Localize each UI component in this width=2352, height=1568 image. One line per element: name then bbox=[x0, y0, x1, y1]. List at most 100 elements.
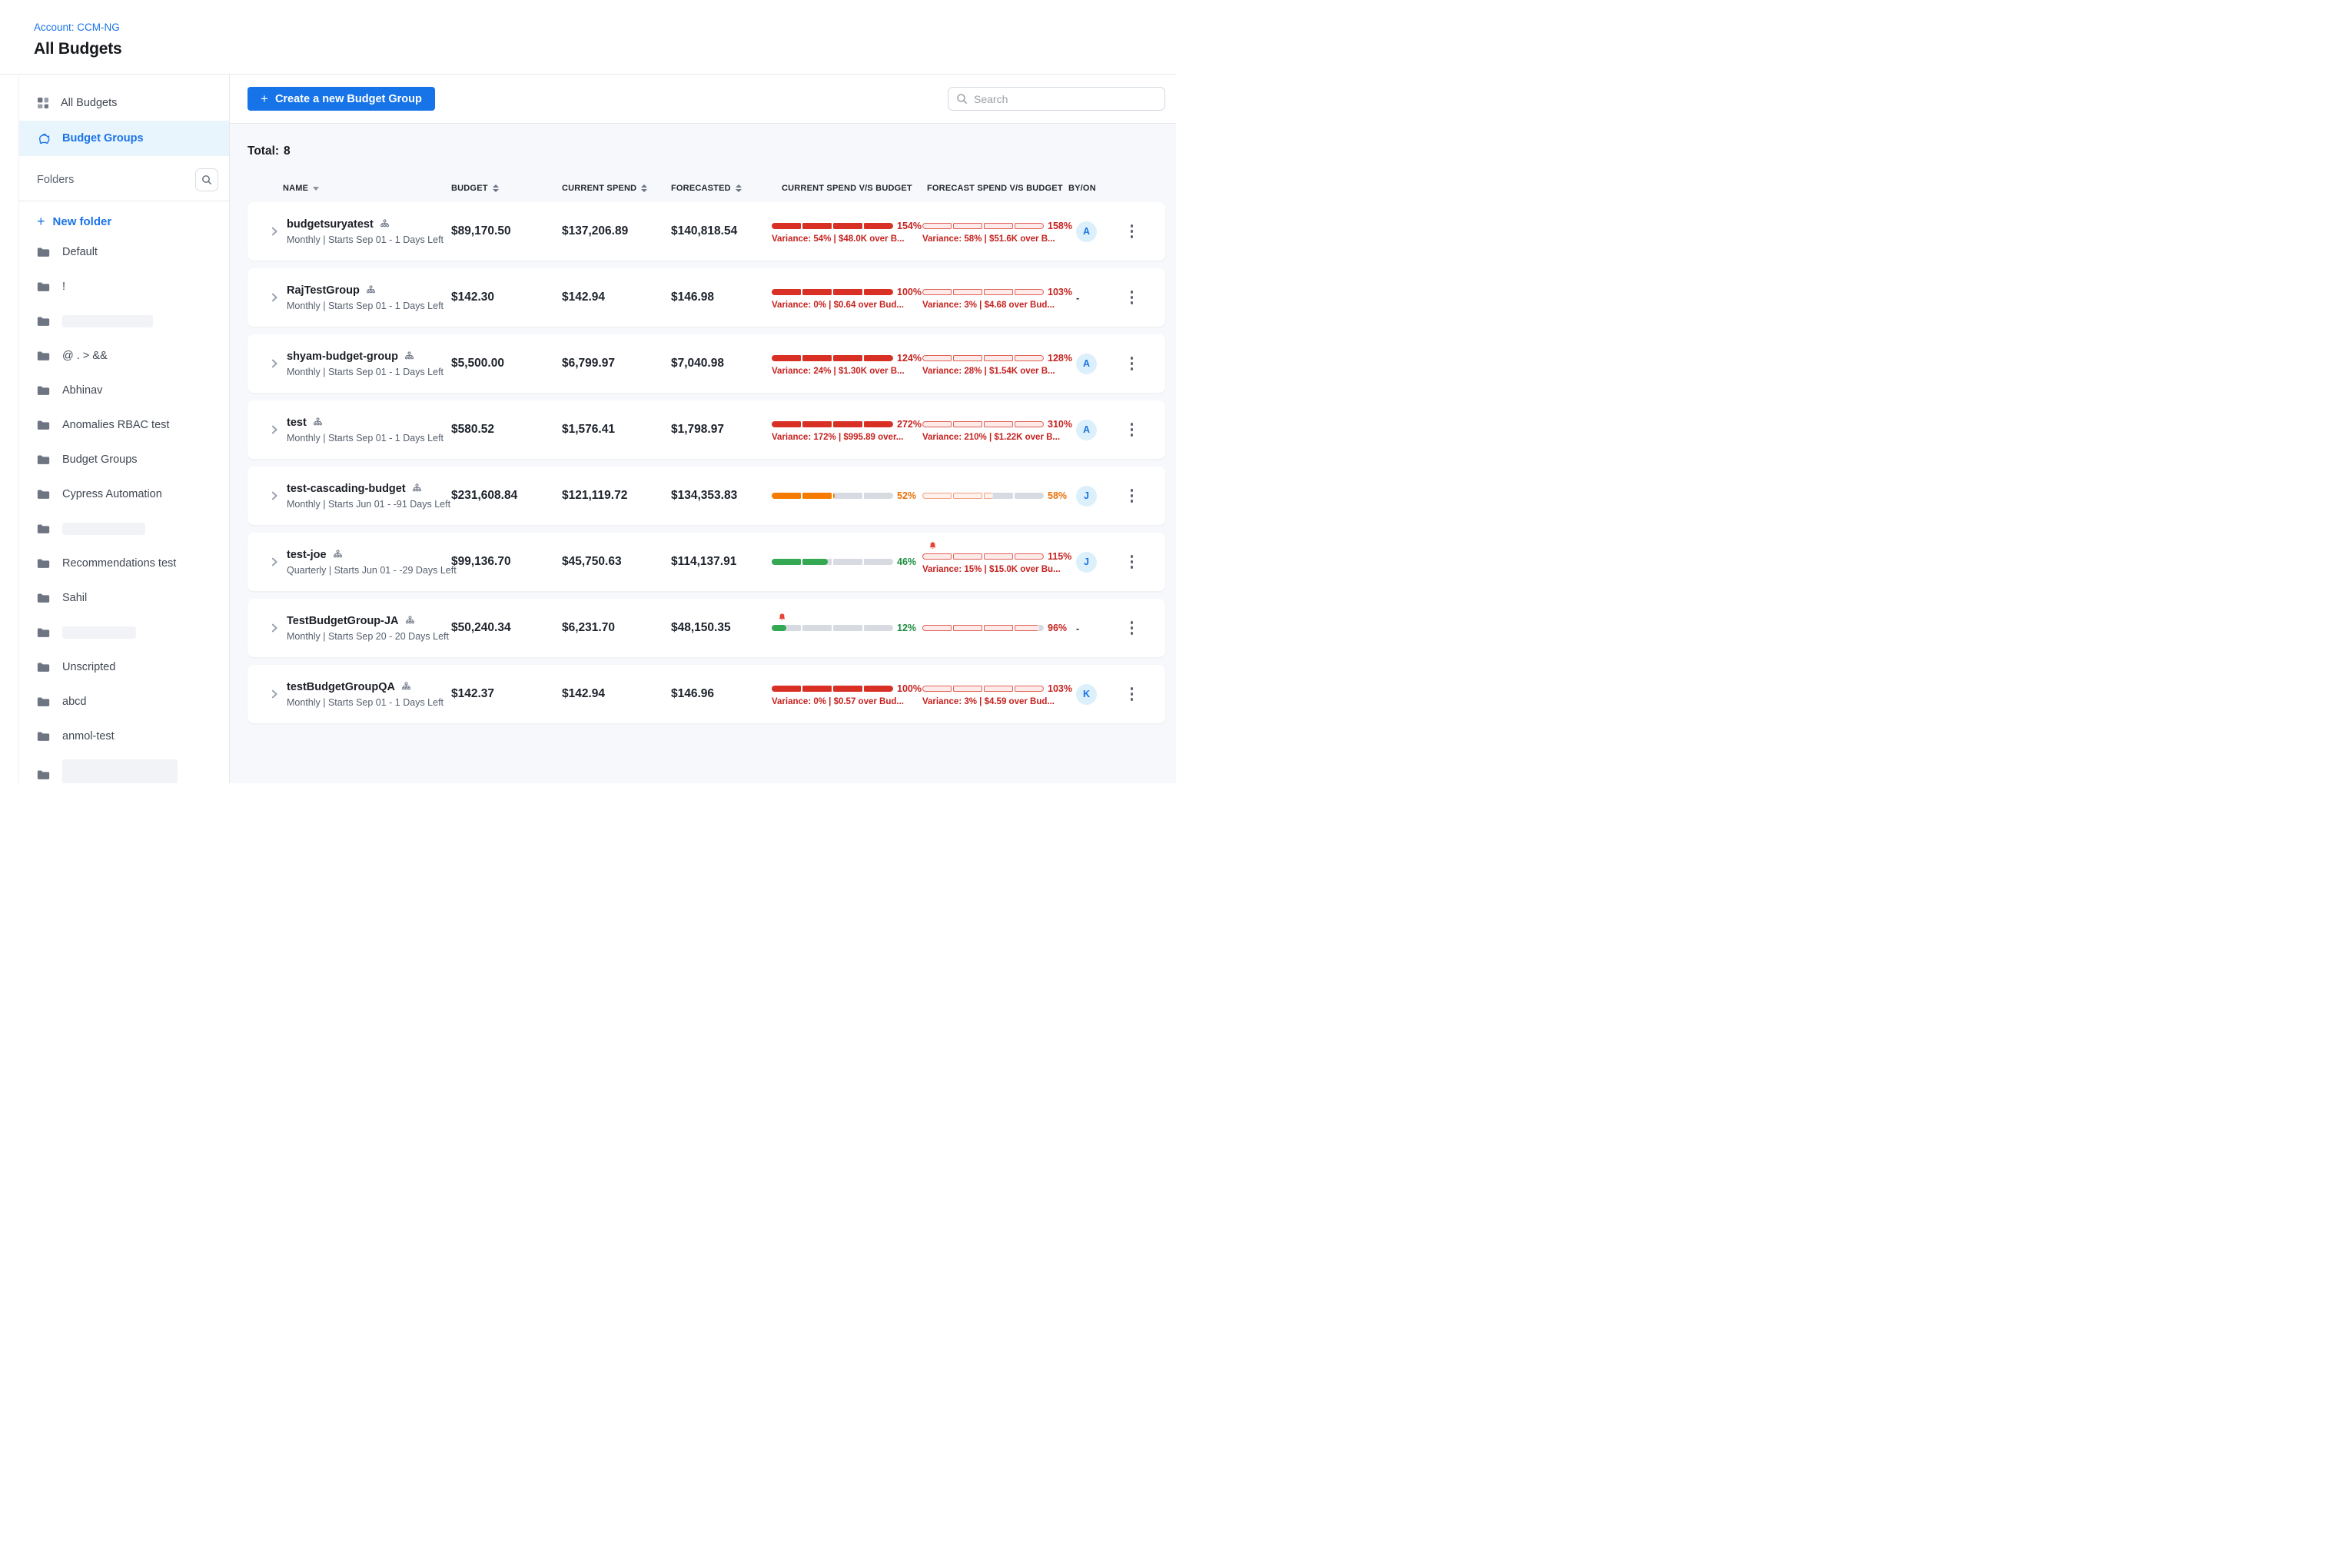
kebab-menu-button[interactable] bbox=[1128, 221, 1137, 241]
group-schedule: Monthly | Starts Jun 01 - -91 Days Left bbox=[287, 499, 450, 510]
progress-bar bbox=[922, 686, 1044, 692]
folder-item[interactable] bbox=[19, 615, 229, 649]
budget-group-row[interactable]: testBudgetGroupQA Monthly | Starts Sep 0… bbox=[247, 665, 1165, 723]
by-on-cell: - bbox=[1068, 623, 1111, 634]
progress-bar-line: 272% bbox=[772, 418, 922, 430]
folder-icon bbox=[37, 420, 50, 430]
percent-label: 103% bbox=[1048, 683, 1072, 694]
by-on-cell: J bbox=[1068, 486, 1111, 507]
new-folder-button[interactable]: + New folder bbox=[19, 201, 229, 234]
group-schedule: Monthly | Starts Sep 01 - 1 Days Left bbox=[287, 234, 443, 245]
folder-item[interactable]: Recommendations test bbox=[19, 546, 229, 580]
progress-bar bbox=[772, 625, 893, 631]
budget-value: $89,170.50 bbox=[451, 224, 562, 238]
folder-item[interactable]: ! bbox=[19, 269, 229, 304]
expand-chevron-icon[interactable] bbox=[269, 424, 280, 435]
budget-group-row[interactable]: test Monthly | Starts Sep 01 - 1 Days Le… bbox=[247, 400, 1165, 459]
folder-item[interactable]: Default bbox=[19, 234, 229, 269]
current-spend-value: $6,231.70 bbox=[562, 621, 671, 635]
grid-icon bbox=[37, 97, 49, 109]
account-breadcrumb-link[interactable]: Account: CCM-NG bbox=[34, 22, 120, 33]
expand-chevron-icon[interactable] bbox=[269, 358, 280, 369]
kebab-menu-button[interactable] bbox=[1128, 486, 1137, 506]
budget-group-row[interactable]: test-joe Quarterly | Starts Jun 01 - -29… bbox=[247, 533, 1165, 591]
kebab-menu-button[interactable] bbox=[1128, 354, 1137, 374]
progress-bar-line: 103% bbox=[922, 286, 1068, 298]
progress-bar bbox=[922, 625, 1044, 631]
group-name-block: shyam-budget-group Monthly | Starts Sep … bbox=[287, 350, 443, 377]
column-header-forecasted[interactable]: FORECASTED bbox=[671, 184, 772, 193]
current-vs-budget-cell: 124%Variance: 24% | $1.30K over B... bbox=[772, 334, 922, 393]
progress-bar bbox=[772, 493, 893, 499]
folder-icon bbox=[37, 385, 50, 396]
current-vs-budget-cell: 272%Variance: 172% | $995.89 over... bbox=[772, 400, 922, 459]
folder-label: Cypress Automation bbox=[62, 488, 162, 500]
folder-icon bbox=[37, 593, 50, 603]
forecast-vs-budget-cell: 310%Variance: 210% | $1.22K over B... bbox=[922, 400, 1068, 459]
group-schedule: Quarterly | Starts Jun 01 - -29 Days Lef… bbox=[287, 565, 457, 576]
kebab-menu-button[interactable] bbox=[1128, 618, 1137, 638]
forecasted-value: $114,137.91 bbox=[671, 555, 772, 569]
budget-group-row[interactable]: RajTestGroup Monthly | Starts Sep 01 - 1… bbox=[247, 268, 1165, 327]
table-header-row: NAMEBUDGETCURRENT SPENDFORECASTEDCURRENT… bbox=[247, 184, 1165, 193]
group-name: test-cascading-budget bbox=[287, 483, 406, 495]
folder-item[interactable] bbox=[19, 304, 229, 338]
folder-label: abcd bbox=[62, 696, 86, 708]
kebab-menu-button[interactable] bbox=[1128, 684, 1137, 704]
folder-item[interactable] bbox=[19, 753, 229, 783]
folder-icon bbox=[37, 454, 50, 465]
plus-icon: + bbox=[37, 214, 45, 228]
by-on-cell: A bbox=[1068, 420, 1111, 440]
folder-item[interactable]: Abhinav bbox=[19, 373, 229, 407]
folder-item[interactable]: Sahil bbox=[19, 580, 229, 615]
folder-item[interactable]: Unscripted bbox=[19, 649, 229, 684]
folder-item[interactable]: @ . > && bbox=[19, 338, 229, 373]
column-header-current[interactable]: CURRENT SPEND bbox=[562, 184, 671, 193]
expand-chevron-icon[interactable] bbox=[269, 623, 280, 633]
expand-chevron-icon[interactable] bbox=[269, 490, 280, 501]
percent-label: 128% bbox=[1048, 353, 1072, 364]
budget-value: $231,608.84 bbox=[451, 489, 562, 503]
kebab-menu-button[interactable] bbox=[1128, 420, 1137, 440]
folder-icon bbox=[37, 731, 50, 742]
folder-item[interactable]: anmol-test bbox=[19, 719, 229, 753]
folder-item[interactable] bbox=[19, 511, 229, 546]
budget-group-row[interactable]: TestBudgetGroup-JA Monthly | Starts Sep … bbox=[247, 599, 1165, 657]
folder-item[interactable]: Cypress Automation bbox=[19, 477, 229, 511]
folder-item[interactable]: abcd bbox=[19, 684, 229, 719]
search-input[interactable] bbox=[974, 93, 1157, 105]
folder-item[interactable]: Budget Groups bbox=[19, 442, 229, 477]
expand-chevron-icon[interactable] bbox=[269, 292, 280, 303]
budget-value: $50,240.34 bbox=[451, 621, 562, 635]
budget-value: $99,136.70 bbox=[451, 555, 562, 569]
folder-icon bbox=[37, 489, 50, 500]
budget-group-row[interactable]: test-cascading-budget Monthly | Starts J… bbox=[247, 467, 1165, 525]
create-budget-group-button[interactable]: + Create a new Budget Group bbox=[247, 87, 435, 111]
budget-value: $5,500.00 bbox=[451, 357, 562, 370]
group-schedule: Monthly | Starts Sep 20 - 20 Days Left bbox=[287, 631, 449, 642]
progress-bar-line: 124% bbox=[772, 352, 922, 364]
main-content: + Create a new Budget Group Total:8 NAME… bbox=[230, 75, 1176, 783]
forecasted-value: $146.96 bbox=[671, 687, 772, 701]
group-name-block: budgetsuryatest Monthly | Starts Sep 01 … bbox=[287, 218, 443, 245]
hierarchy-icon bbox=[380, 219, 390, 229]
column-header-budget[interactable]: BUDGET bbox=[451, 184, 562, 193]
column-header-name[interactable]: NAME bbox=[247, 184, 451, 193]
kebab-menu-button[interactable] bbox=[1128, 287, 1137, 307]
folder-item[interactable]: Anomalies RBAC test bbox=[19, 407, 229, 442]
folder-search-button[interactable] bbox=[195, 168, 218, 191]
expand-chevron-icon[interactable] bbox=[269, 556, 280, 567]
group-schedule: Monthly | Starts Sep 01 - 1 Days Left bbox=[287, 301, 443, 311]
group-name-block: test Monthly | Starts Sep 01 - 1 Days Le… bbox=[287, 417, 443, 443]
progress-bar bbox=[772, 355, 893, 361]
kebab-menu-button[interactable] bbox=[1128, 552, 1137, 572]
budget-group-row[interactable]: budgetsuryatest Monthly | Starts Sep 01 … bbox=[247, 202, 1165, 261]
forecast-vs-budget-cell: 128%Variance: 28% | $1.54K over B... bbox=[922, 334, 1068, 393]
budget-group-row[interactable]: shyam-budget-group Monthly | Starts Sep … bbox=[247, 334, 1165, 393]
expand-chevron-icon[interactable] bbox=[269, 689, 280, 699]
search-icon bbox=[201, 174, 212, 185]
expand-chevron-icon[interactable] bbox=[269, 226, 280, 237]
folder-icon bbox=[37, 696, 50, 707]
sidebar-item-budget-groups[interactable]: Budget Groups bbox=[19, 121, 229, 156]
sidebar-item-all-budgets[interactable]: All Budgets bbox=[19, 85, 229, 121]
